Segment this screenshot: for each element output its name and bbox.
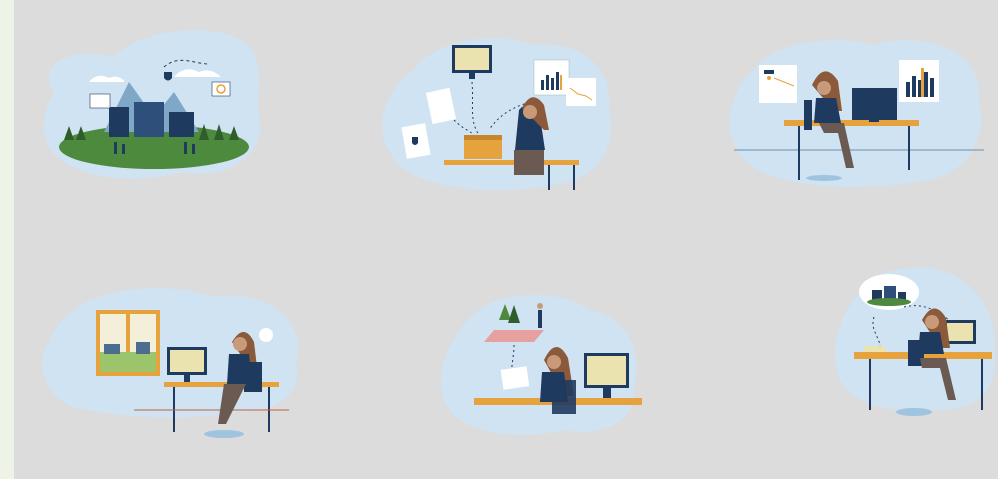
field-report-scene xyxy=(440,295,642,435)
landscape-scene xyxy=(43,29,260,179)
office-window-scene xyxy=(42,288,299,438)
illustration-canvas xyxy=(14,0,998,479)
analysis-scene xyxy=(729,40,984,187)
data-collection-scene xyxy=(382,38,612,191)
planning-scene xyxy=(834,267,996,416)
